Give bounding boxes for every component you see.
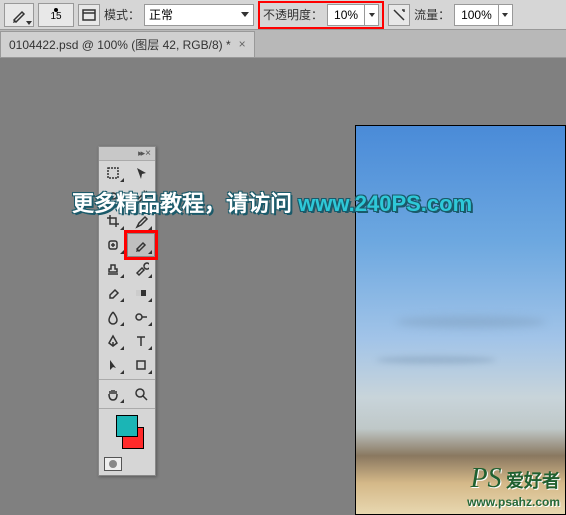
flow-input[interactable]: 100% — [454, 4, 513, 26]
type-tool[interactable] — [127, 329, 155, 353]
quick-mask-icon — [104, 457, 122, 471]
opacity-input[interactable]: 10% — [327, 4, 379, 26]
flow-label: 流量： — [414, 6, 450, 23]
dodge-icon — [133, 309, 149, 325]
watermark-logo: PS — [470, 463, 501, 495]
blend-mode-value: 正常 — [149, 6, 173, 23]
move-icon — [133, 165, 149, 181]
tablet-pressure-opacity[interactable] — [388, 4, 410, 26]
mode-label: 模式： — [104, 6, 140, 23]
pen-icon — [105, 333, 121, 349]
panel-icon — [81, 7, 97, 23]
healing-tool[interactable] — [99, 233, 127, 257]
color-swatches — [99, 411, 155, 453]
separator — [99, 408, 155, 409]
eraser-tool[interactable] — [99, 281, 127, 305]
brush-preset-picker[interactable]: 15 — [38, 3, 74, 27]
decorative-cloud — [376, 356, 496, 364]
brush-icon — [133, 237, 149, 253]
blur-tool[interactable] — [99, 305, 127, 329]
quick-mask-toggle[interactable] — [99, 453, 127, 475]
hand-tool[interactable] — [99, 382, 127, 406]
dodge-tool[interactable] — [127, 305, 155, 329]
path-select-icon — [105, 357, 121, 373]
stamp-tool[interactable] — [99, 257, 127, 281]
chevron-down-icon — [241, 12, 249, 17]
chevron-down-icon[interactable] — [364, 5, 378, 25]
opacity-label: 不透明度： — [263, 6, 323, 23]
path-select-tool[interactable] — [99, 353, 127, 377]
close-icon[interactable]: × — [145, 148, 151, 159]
overlay-text: 更多精品教程，请访问 — [72, 191, 298, 216]
opacity-group-highlight: 不透明度： 10% — [258, 1, 384, 29]
hand-icon — [105, 386, 121, 402]
document-tab-bar: 0104422.psd @ 100% (图层 42, RGB/8) * × — [0, 30, 566, 58]
blur-icon — [105, 309, 121, 325]
history-brush-tool[interactable] — [127, 257, 155, 281]
gradient-icon — [133, 285, 149, 301]
chevron-down-icon — [26, 21, 32, 25]
zoom-tool[interactable] — [127, 382, 155, 406]
watermark-url: www.psahz.com — [467, 495, 560, 509]
shape-tool[interactable] — [127, 353, 155, 377]
foreground-color[interactable] — [116, 415, 138, 437]
options-bar: 15 模式： 正常 不透明度： 10% 流量： 100% — [0, 0, 566, 30]
brush-size-value: 15 — [50, 12, 61, 22]
marquee-tool[interactable] — [99, 161, 127, 185]
tools-panel-header[interactable]: ▸▸ × — [99, 147, 155, 161]
flow-value: 100% — [455, 8, 498, 22]
shape-icon — [133, 357, 149, 373]
blend-mode-select[interactable]: 正常 — [144, 4, 254, 26]
marquee-icon — [105, 165, 121, 181]
separator — [99, 379, 155, 380]
decorative-cloud — [396, 316, 546, 328]
document-tab[interactable]: 0104422.psd @ 100% (图层 42, RGB/8) * × — [0, 31, 255, 57]
tool-preset-picker[interactable] — [4, 3, 34, 27]
gradient-tool[interactable] — [127, 281, 155, 305]
type-icon — [133, 333, 149, 349]
overlay-caption: 更多精品教程，请访问 www.240PS.com — [72, 186, 472, 218]
eraser-icon — [105, 285, 121, 301]
stamp-icon — [105, 261, 121, 277]
opacity-value: 10% — [328, 8, 364, 22]
overlay-url: www.240PS.com — [298, 191, 472, 216]
move-tool[interactable] — [127, 161, 155, 185]
pen-tool[interactable] — [99, 329, 127, 353]
brush-panel-toggle[interactable] — [78, 4, 100, 26]
history-brush-icon — [133, 261, 149, 277]
healing-icon — [105, 237, 121, 253]
watermark-cn: 爱好者 — [506, 471, 560, 491]
collapse-icon[interactable]: ▸▸ — [138, 148, 143, 159]
document-tab-title: 0104422.psd @ 100% (图层 42, RGB/8) * — [9, 36, 231, 53]
brush-tool[interactable] — [127, 233, 155, 257]
brush-icon — [11, 7, 27, 23]
close-icon[interactable]: × — [239, 37, 246, 51]
canvas[interactable] — [355, 125, 566, 515]
zoom-icon — [133, 386, 149, 402]
watermark: PS 爱好者 www.psahz.com — [467, 463, 560, 509]
tablet-icon — [391, 7, 407, 23]
chevron-down-icon[interactable] — [498, 5, 512, 25]
